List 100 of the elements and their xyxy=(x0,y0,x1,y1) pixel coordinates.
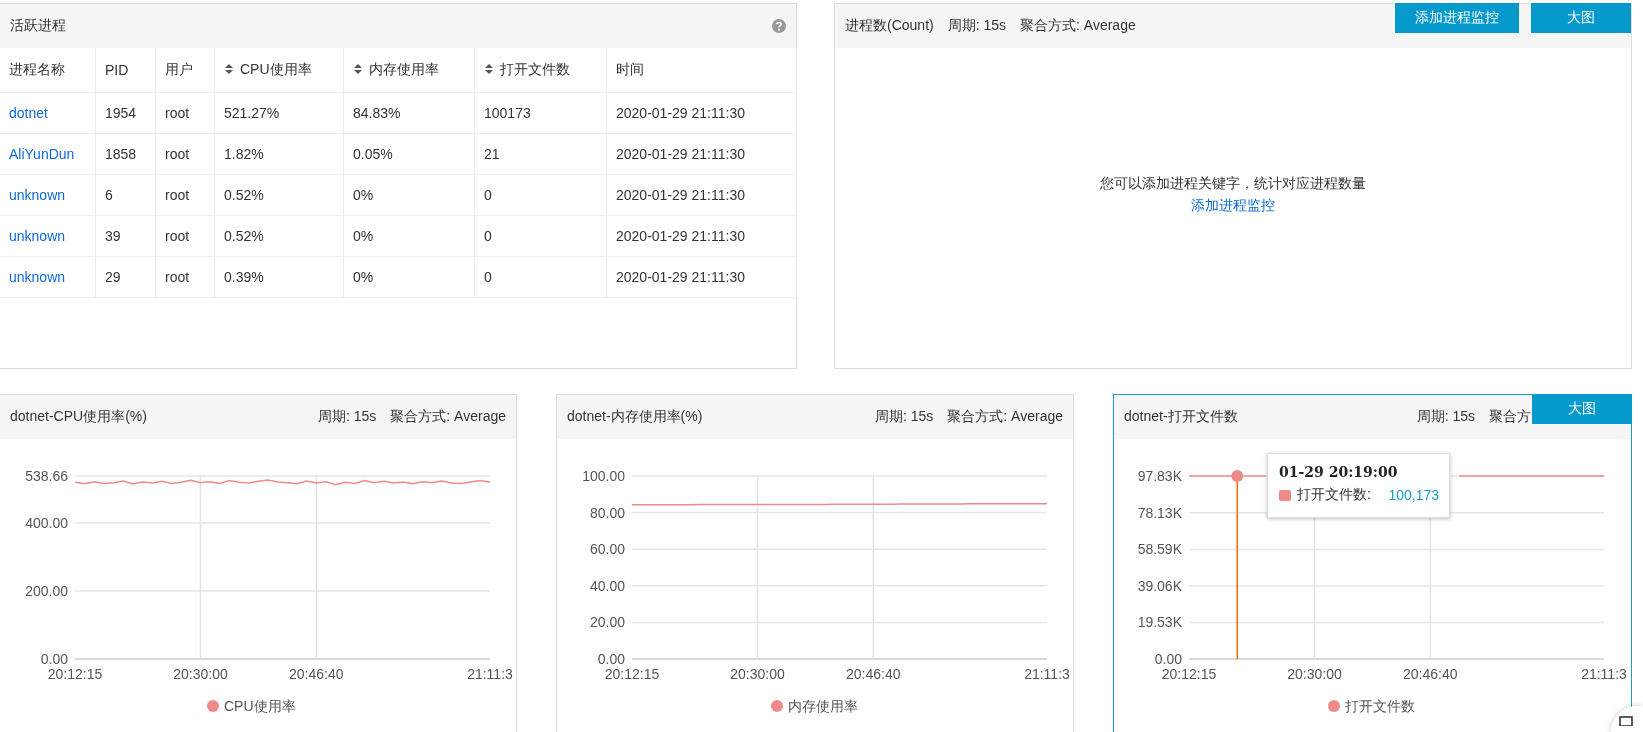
legend-dot xyxy=(771,700,783,712)
axis-label: 0.00 xyxy=(40,651,68,667)
table-cell: 2020-01-29 21:11:30 xyxy=(606,92,797,134)
panel-title: dotnet-CPU使用率(%) xyxy=(10,408,148,426)
axis-label: 20:46:40 xyxy=(289,666,344,682)
process-link[interactable]: unknown xyxy=(9,269,66,285)
aggregation-label: 聚合方 xyxy=(1489,408,1531,426)
table-cell: root xyxy=(155,256,215,298)
axis-label: 0.00 xyxy=(597,651,625,667)
aggregation-label: 聚合方式: Average xyxy=(947,408,1063,426)
series-swatch xyxy=(1279,489,1291,501)
column-header: 进程名称 xyxy=(0,48,96,93)
panel-title: dotnet-打开文件数 xyxy=(1124,408,1239,426)
table-cell: 29 xyxy=(95,256,156,298)
table-cell: 100173 xyxy=(474,92,607,134)
table-cell: 0% xyxy=(343,215,475,257)
process-link[interactable]: unknown xyxy=(9,187,66,203)
legend-dot xyxy=(207,700,219,712)
column-header: 用户 xyxy=(155,48,215,93)
table-cell: 0 xyxy=(474,174,607,216)
aggregation-label: 聚合方式: Average xyxy=(390,408,506,426)
empty-message: 您可以添加进程关键字，统计对应进程数量 xyxy=(1100,175,1366,193)
table-cell: 39 xyxy=(95,215,156,257)
period-label: 周期: 15s xyxy=(947,17,1007,35)
table-cell: root xyxy=(155,92,215,134)
axis-label: 97.83K xyxy=(1137,468,1182,484)
add-monitor-link[interactable]: 添加进程监控 xyxy=(1191,197,1275,215)
tooltip-title: 01-29 20:19:00 xyxy=(1279,464,1399,480)
table-cell: 6 xyxy=(95,174,156,216)
axis-label: 21:11:3 xyxy=(1581,666,1627,682)
axis-label: 0.00 xyxy=(1154,651,1182,667)
table-cell: 0% xyxy=(343,174,475,216)
table-cell: 0.52% xyxy=(214,215,344,257)
aggregation-label: 聚合方式: Average xyxy=(1020,17,1136,35)
panel-title: dotnet-内存使用率(%) xyxy=(567,408,704,426)
axis-label: 400.00 xyxy=(25,515,68,532)
axis-label: 538.66 xyxy=(25,468,68,484)
axis-label: 80.00 xyxy=(589,504,625,521)
axis-label: 60.00 xyxy=(589,541,625,558)
period-label: 周期: 15s xyxy=(317,408,377,426)
legend-label: 打开文件数 xyxy=(1345,698,1415,714)
axis-label: 21:11:3 xyxy=(1024,666,1070,682)
table-cell: 521.27% xyxy=(214,92,344,134)
table-cell: root xyxy=(155,133,215,175)
axis-label: 39.06K xyxy=(1137,577,1182,594)
table-cell: root xyxy=(155,174,215,216)
column-header[interactable]: CPU使用率 xyxy=(214,48,344,93)
axis-label: 20:30:00 xyxy=(730,666,785,682)
process-link[interactable]: AliYunDun xyxy=(9,146,75,162)
axis-label: 19.53K xyxy=(1137,614,1182,631)
table-cell: 0 xyxy=(474,215,607,257)
table-cell: 0.05% xyxy=(343,133,475,175)
table-cell: 0 xyxy=(474,256,607,298)
table-cell: 1954 xyxy=(95,92,156,134)
panel-title: 活跃进程 xyxy=(10,17,66,35)
column-header[interactable]: 内存使用率 xyxy=(343,48,475,93)
window-icon xyxy=(1619,716,1633,726)
column-header: 时间 xyxy=(606,48,797,93)
table-cell: 0% xyxy=(343,256,475,298)
table-cell: 2020-01-29 21:11:30 xyxy=(606,174,797,216)
axis-label: 20:30:00 xyxy=(1287,666,1342,682)
axis-label: 100.00 xyxy=(582,468,625,484)
axis-label: 20:46:40 xyxy=(1403,666,1458,682)
axis-label: 40.00 xyxy=(589,577,625,594)
axis-label: 58.59K xyxy=(1137,541,1182,558)
table-cell: 84.83% xyxy=(343,92,475,134)
help-icon[interactable] xyxy=(772,19,786,33)
table-cell: 2020-01-29 21:11:30 xyxy=(606,133,797,175)
table-cell: 2020-01-29 21:11:30 xyxy=(606,215,797,257)
table-cell: root xyxy=(155,215,215,257)
axis-label: 20:12:15 xyxy=(47,666,103,682)
axis-label: 21:11:3 xyxy=(467,666,513,682)
table-cell: 21 xyxy=(474,133,607,175)
legend-dot xyxy=(1328,700,1340,712)
enlarge-button[interactable]: 大图 xyxy=(1532,394,1632,424)
axis-label: 20:46:40 xyxy=(846,666,901,682)
period-label: 周期: 15s xyxy=(874,408,934,426)
table-cell: 1858 xyxy=(95,133,156,175)
axis-label: 20.00 xyxy=(589,614,625,631)
legend-label: 内存使用率 xyxy=(788,698,858,714)
process-link[interactable]: unknown xyxy=(9,228,66,244)
process-link[interactable]: dotnet xyxy=(9,105,48,121)
axis-label: 20:30:00 xyxy=(173,666,228,682)
add-monitor-button[interactable]: 添加进程监控 xyxy=(1395,3,1519,33)
tooltip-label: 打开文件数: xyxy=(1297,486,1371,504)
tooltip-value: 100,173 xyxy=(1388,487,1439,503)
table-cell: 0.39% xyxy=(214,256,344,298)
column-header: PID xyxy=(95,48,156,93)
column-header[interactable]: 打开文件数 xyxy=(474,48,607,93)
axis-label: 78.13K xyxy=(1137,504,1182,521)
enlarge-button[interactable]: 大图 xyxy=(1531,3,1631,33)
table-cell: 0.52% xyxy=(214,174,344,216)
axis-label: 200.00 xyxy=(25,583,68,600)
panel-title: 进程数(Count) xyxy=(845,17,934,35)
table-cell: 2020-01-29 21:11:30 xyxy=(606,256,797,298)
legend-label: CPU使用率 xyxy=(224,698,296,714)
axis-label: 20:12:15 xyxy=(604,666,660,682)
table-cell: 1.82% xyxy=(214,133,344,175)
period-label: 周期: 15s xyxy=(1416,408,1475,426)
axis-label: 20:12:15 xyxy=(1161,666,1217,682)
